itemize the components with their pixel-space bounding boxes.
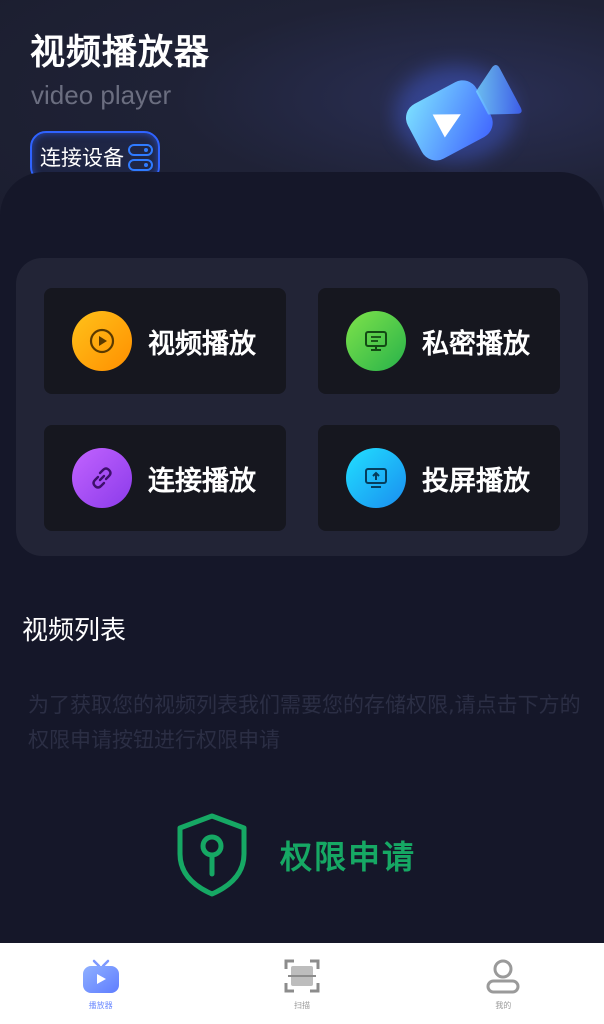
- request-permission-button[interactable]: 权限申请: [174, 812, 444, 898]
- private-play-label: 私密播放: [422, 328, 530, 360]
- profile-icon: [486, 959, 520, 994]
- request-permission-label: 权限申请: [280, 838, 417, 876]
- app-subtitle: video player: [31, 80, 172, 110]
- scan-icon: [284, 959, 320, 993]
- tv-icon: [82, 959, 119, 993]
- screen-cast-label: 投屏播放: [422, 465, 530, 497]
- connect-device-label: 连接设备: [40, 146, 124, 170]
- tab-profile[interactable]: 我的: [403, 943, 604, 1024]
- screen-cast-icon: [346, 448, 406, 508]
- private-play-tile[interactable]: 私密播放: [318, 288, 560, 394]
- video-list-title: 视频列表: [22, 616, 127, 646]
- screen-cast-tile[interactable]: 投屏播放: [318, 425, 560, 531]
- video-play-label: 视频播放: [148, 328, 256, 360]
- app-title: 视频播放器: [30, 33, 211, 73]
- tab-scan-label: 扫描: [293, 1001, 310, 1010]
- device-toggle-icon: [128, 143, 153, 171]
- tab-player[interactable]: 播放器: [0, 943, 201, 1024]
- permission-notice: 为了获取您的视频列表我们需要您的存储权限,请点击下方的权限申请按钮进行权限申请: [28, 693, 581, 752]
- video-camera-icon: [395, 65, 522, 162]
- link-play-tile[interactable]: 连接播放: [44, 425, 286, 531]
- video-play-tile[interactable]: 视频播放: [44, 288, 286, 394]
- play-circle-icon: [72, 311, 132, 371]
- shield-icon: [177, 813, 247, 897]
- bottom-tab-bar: 播放器 扫描 我的: [0, 943, 604, 1024]
- tab-profile-label: 我的: [495, 1001, 512, 1010]
- private-screen-icon: [346, 311, 406, 371]
- link-play-label: 连接播放: [148, 465, 256, 497]
- tab-scan[interactable]: 扫描: [201, 943, 402, 1024]
- tab-player-label: 播放器: [88, 1001, 113, 1010]
- link-icon: [72, 448, 132, 508]
